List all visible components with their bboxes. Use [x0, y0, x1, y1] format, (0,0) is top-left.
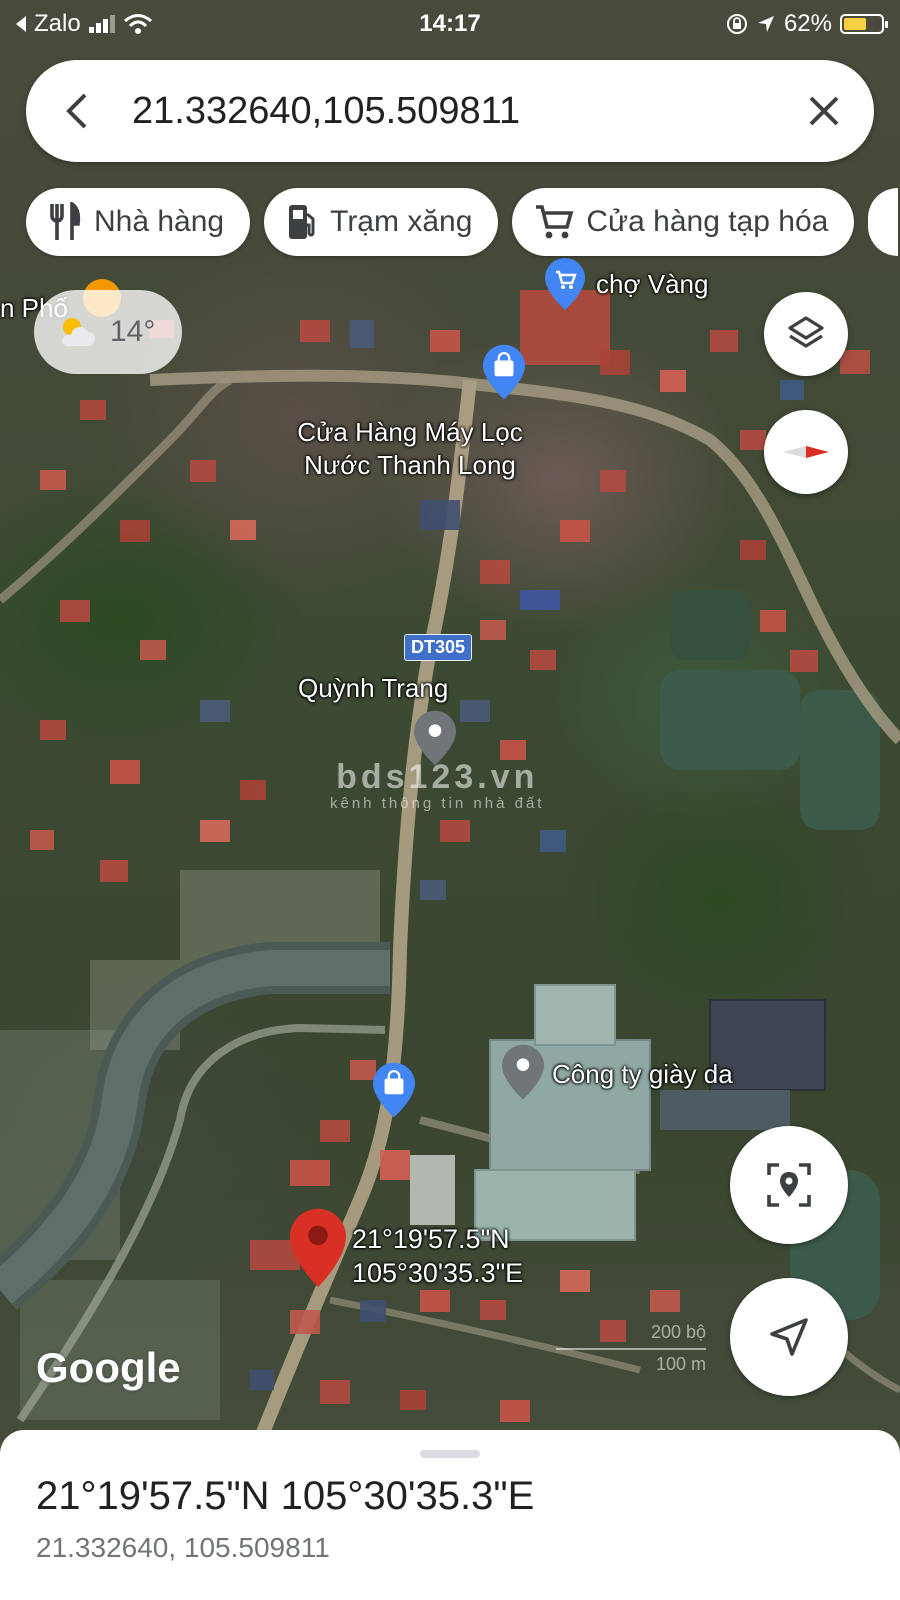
pin-lat-label: 21°19'57.5"N: [352, 1224, 510, 1254]
my-location-button[interactable]: [730, 1278, 848, 1396]
market-pin-icon[interactable]: [545, 258, 585, 310]
route-shield: DT305: [404, 634, 473, 661]
bottom-sheet[interactable]: 21°19'57.5"N 105°30'35.3"E 21.332640, 10…: [0, 1430, 900, 1600]
shopping-cart-icon: [536, 205, 574, 239]
fork-knife-icon: [50, 202, 81, 240]
chip-gas-stations[interactable]: Trạm xăng: [264, 188, 499, 256]
search-bar[interactable]: 21.332640,105.509811: [26, 60, 874, 162]
battery-fill: [844, 18, 867, 30]
sheet-coordinates: 21.332640, 105.509811: [36, 1532, 330, 1563]
chip-grocery-stores[interactable]: Cửa hàng tạp hóa: [512, 188, 855, 256]
watermark-sub: kênh thông tin nhà đất: [330, 795, 545, 812]
chip-more[interactable]: [868, 188, 899, 256]
battery-percent: 62%: [783, 10, 832, 37]
watermark: bds123.vn kênh thông tin nhà đất: [330, 758, 544, 812]
map-scale: 200 bộ 100 m: [556, 1318, 716, 1378]
company-label: Công ty giày da: [552, 1059, 733, 1089]
shop-label-line1: Cửa Hàng Máy Lọc: [297, 417, 523, 447]
shop-pin-icon[interactable]: [483, 344, 525, 400]
compass-button[interactable]: [764, 410, 848, 494]
watermark-main: bds123.vn: [336, 758, 539, 796]
compass-icon: [783, 446, 829, 458]
layers-icon: [788, 316, 824, 348]
google-logo: Google: [36, 1344, 181, 1391]
search-input[interactable]: 21.332640,105.509811: [126, 90, 774, 133]
sheet-title: 21°19'57.5"N 105°30'35.3"E: [36, 1474, 535, 1518]
chip-label: Nhà hàng: [94, 205, 225, 238]
layers-button[interactable]: [764, 292, 848, 376]
location-arrow-icon: [757, 16, 774, 32]
shop-label: Cửa Hàng Máy Lọc Nước Thanh Long: [270, 416, 550, 482]
status-bar: Zalo 14:17 62%: [0, 0, 900, 46]
company-pin-icon[interactable]: [502, 1044, 544, 1100]
chip-restaurants[interactable]: Nhà hàng: [26, 188, 251, 256]
store-pin-icon[interactable]: [373, 1062, 415, 1118]
scale-meters: 100 m: [655, 1354, 706, 1374]
partly-cloudy-icon: [62, 318, 95, 346]
battery-icon: [840, 14, 888, 34]
navigation-arrow-icon: [770, 1318, 808, 1356]
sheet-drag-handle[interactable]: [420, 1450, 480, 1458]
chip-label: Trạm xăng: [330, 205, 473, 238]
chevron-left-icon: [66, 93, 87, 129]
back-button[interactable]: [26, 60, 126, 162]
pin-coordinates-label: 21°19'57.5"N 105°30'35.3"E: [352, 1222, 523, 1290]
chip-label: Cửa hàng tạp hóa: [586, 205, 829, 238]
close-icon: [809, 96, 839, 126]
dropped-pin-icon[interactable]: [290, 1208, 346, 1288]
clear-search-button[interactable]: [774, 60, 874, 162]
orientation-lock-icon: [726, 14, 747, 34]
category-chips: Nhà hàng Trạm xăng Cửa hàng tạp hóa: [26, 188, 899, 258]
weather-widget[interactable]: 14°: [34, 290, 182, 374]
scale-feet: 200 bộ: [650, 1322, 706, 1342]
pin-lon-label: 105°30'35.3"E: [352, 1258, 524, 1288]
location-target-button[interactable]: [730, 1126, 848, 1244]
gas-pump-icon: [289, 205, 315, 239]
place-label-quynh-trang: Quỳnh Trang: [298, 673, 449, 703]
weather-temperature: 14°: [110, 315, 156, 348]
shop-label-line2: Nước Thanh Long: [304, 450, 516, 480]
location-focus-icon: [767, 1163, 811, 1207]
market-label: chợ Vàng: [596, 269, 709, 299]
status-right: 62%: [726, 10, 888, 38]
